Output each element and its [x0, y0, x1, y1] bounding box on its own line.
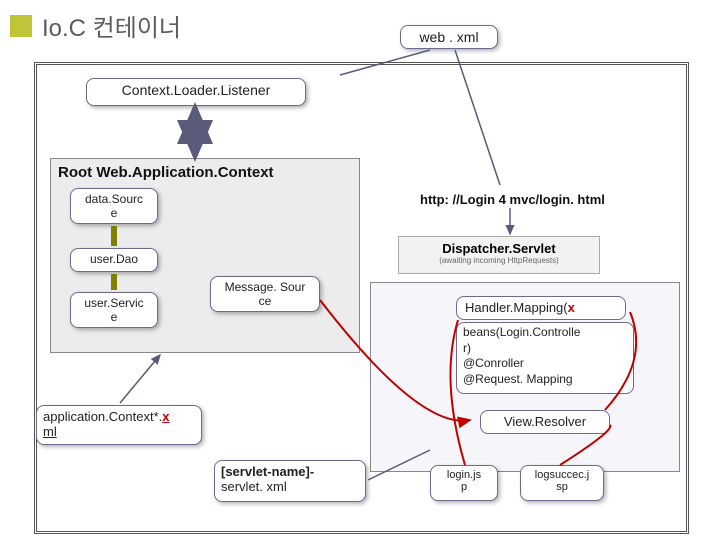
url-text: http: //Login 4 mvc/login. html: [420, 192, 605, 207]
handler-mapping-x: x: [568, 300, 575, 315]
appctx-box: application.Context*.x ml: [36, 405, 202, 445]
view-resolver-box: View.Resolver: [480, 410, 610, 434]
logsuccess-text: logsuccec.j sp: [535, 469, 589, 493]
datasource-text: data.Sourc e: [85, 192, 143, 220]
appctx-x: x: [162, 409, 169, 424]
beans-text: beans(Login.Controlle r) @Conroller @Req…: [463, 325, 580, 386]
dispatcher-sub: (awaiting incoming HttpRequests): [401, 256, 597, 265]
datasource-box: data.Sourc e: [70, 188, 158, 224]
title-accent: [10, 15, 32, 37]
appctx-pre: application.Context*.: [43, 409, 162, 424]
appctx-post: ml: [43, 424, 57, 439]
messagesource-box: Message. Sour ce: [210, 276, 320, 312]
servletxml-box: [servlet-name]- servlet. xml: [214, 460, 366, 502]
handler-mapping-box: Handler.Mapping(x: [456, 296, 626, 320]
slide: Io.C 컨테이너 web . xml Context.Loader.Liste…: [0, 0, 720, 540]
dispatcher-title: Dispatcher.Servlet: [401, 241, 597, 256]
handler-mapping-text: Handler.Mapping(: [465, 300, 568, 315]
loginjsp-box: login.js p: [430, 465, 498, 501]
userservice-text: user.Servic e: [84, 296, 143, 324]
root-context-label: Root Web.Application.Context: [58, 164, 274, 181]
logsuccess-box: logsuccec.j sp: [520, 465, 604, 501]
title-text: Io.C 컨테이너: [42, 8, 181, 43]
title-bar: Io.C 컨테이너: [0, 0, 720, 51]
beans-box: beans(Login.Controlle r) @Conroller @Req…: [456, 322, 634, 394]
webxml-box: web . xml: [400, 25, 498, 49]
dispatcher-servlet-box: Dispatcher.Servlet (awaiting incoming Ht…: [398, 236, 600, 274]
userservice-box: user.Servic e: [70, 292, 158, 328]
messagesource-text: Message. Sour ce: [225, 280, 306, 308]
loginjsp-text: login.js p: [447, 469, 481, 493]
userdao-box: user.Dao: [70, 248, 158, 272]
servletxml-post: servlet. xml: [221, 479, 287, 494]
servletxml-pre: [servlet-name]-: [221, 464, 314, 479]
context-loader-box: Context.Loader.Listener: [86, 78, 306, 106]
